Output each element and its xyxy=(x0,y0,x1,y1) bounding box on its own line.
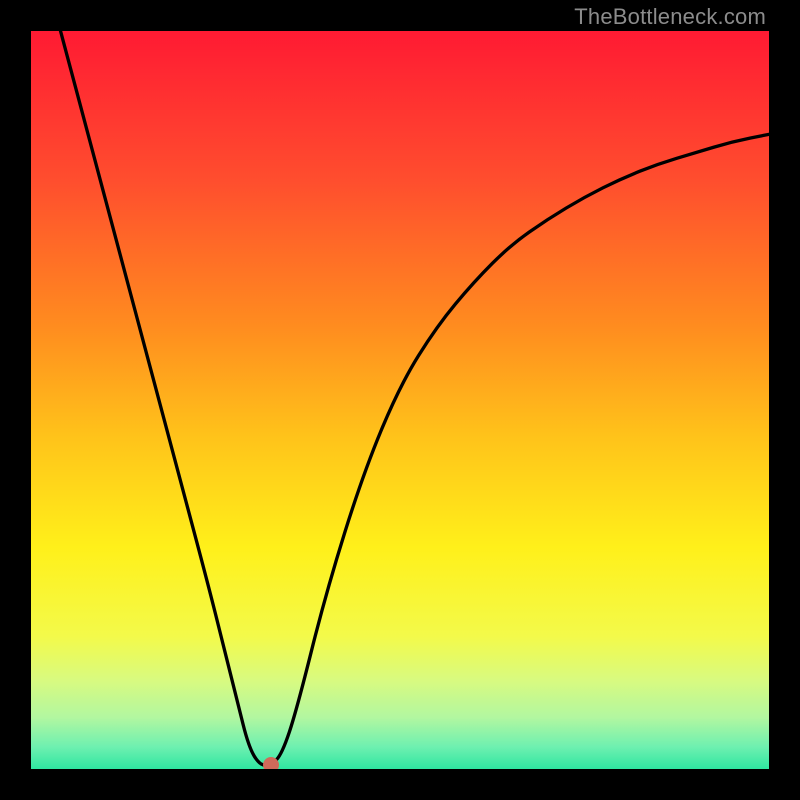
plot-area xyxy=(31,31,769,769)
curve-line xyxy=(31,31,769,769)
watermark-text: TheBottleneck.com xyxy=(574,4,766,30)
chart-frame: TheBottleneck.com xyxy=(0,0,800,800)
marker-dot xyxy=(263,757,279,769)
